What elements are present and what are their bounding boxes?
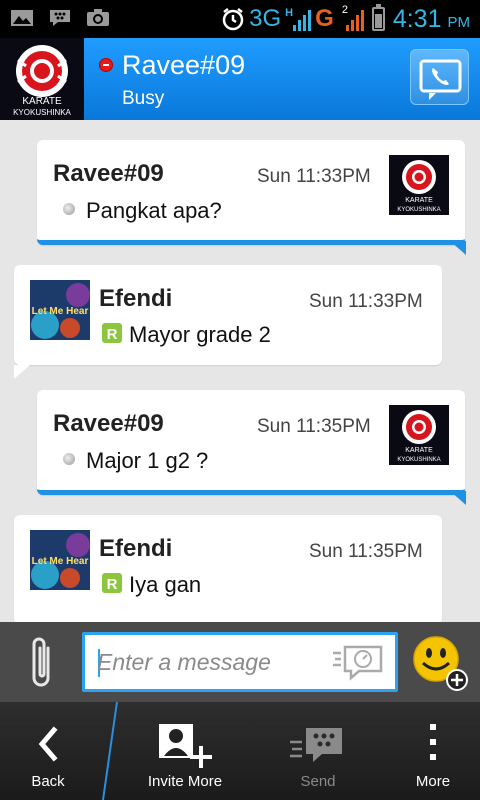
emoticon-picker-icon[interactable] [411,634,469,692]
chat-history[interactable]: Ravee#09 Sun 11:33PM Pangkat apa? KARATE… [0,120,480,622]
sender-avatar: Let Me Hear [30,280,90,340]
message-time: Sun 11:35PM [257,416,371,437]
bottom-action-bar: Back Invite More Send More [0,702,480,800]
message-sender: Efendi [99,535,173,562]
conversation-header: KARATE KYOKUSHINKA Ravee#09 Busy [0,38,480,120]
message-time: Sun 11:33PM [309,291,423,312]
bbm-send-icon [290,728,342,762]
bubble-tail [450,241,466,255]
message-composer [0,622,480,702]
avatar-efendi-text: Let Me Hear [32,556,89,567]
message-bubble-incoming[interactable]: Let Me Hear Efendi Sun 11:35PM R Iya gan [14,515,442,622]
message-status-dot-icon [63,453,75,465]
back-button[interactable]: Back [0,702,96,800]
bubble-tail [14,365,30,379]
contact-status: Busy [122,88,165,109]
phone-icon [419,59,462,100]
signal-2-icon: 2 [338,4,364,31]
message-text: Iya gan [129,572,202,597]
message-time: Sun 11:35PM [309,541,423,562]
avatar-karate-text: KARATE [22,96,62,107]
message-status-dot-icon [63,203,75,215]
busy-status-icon [99,58,113,72]
message-sender: Efendi [99,285,173,312]
contact-name[interactable]: Ravee#09 [122,50,245,81]
invite-more-icon [159,724,212,768]
more-button[interactable]: More [390,702,476,800]
message-sender: Ravee#09 [53,410,164,437]
read-receipt-icon: R [102,573,122,593]
attach-icon[interactable] [28,634,56,692]
alarm-icon [222,8,244,31]
avatar-kyokushinka-text: KYOKUSHINKA [397,207,440,213]
read-receipt-icon: R [102,323,122,343]
avatar-kyokushinka-text: KYOKUSHINKA [13,108,71,117]
signal-icon: H [285,7,312,31]
invite-more-button[interactable]: Invite More [132,702,238,800]
message-bubble-incoming[interactable]: Let Me Hear Efendi Sun 11:33PM R Mayor g… [14,265,442,379]
sender-avatar: KARATE KYOKUSHINKA [389,155,449,215]
status-bar: 3G H G 2 4:31 PM [0,0,480,38]
avatar-karate-text: KARATE [405,197,433,204]
voice-note-icon[interactable] [331,643,385,683]
bbm-icon [50,10,70,26]
overflow-menu-icon [430,724,436,760]
sender-avatar: Let Me Hear [30,530,90,590]
svg-text:R: R [107,576,118,593]
send-button[interactable]: Send [268,702,368,800]
svg-text:R: R [107,326,118,343]
network-3g-label: 3G [249,5,282,32]
bubble-tail [450,491,466,505]
message-time: Sun 11:33PM [257,166,371,187]
sender-avatar: KARATE KYOKUSHINKA [389,405,449,465]
message-text: Pangkat apa? [86,198,222,223]
message-sender: Ravee#09 [53,160,164,187]
back-arrow-icon [38,726,58,762]
message-input-box[interactable] [82,632,398,692]
camera-icon [87,9,109,26]
contact-avatar[interactable]: KARATE KYOKUSHINKA [0,38,84,120]
more-label: More [415,773,451,790]
network-h-label: H [285,7,294,19]
clock-time: 4:31 [392,4,442,33]
battery-icon [371,4,385,31]
message-text: Major 1 g2 ? [86,448,209,473]
avatar-efendi-text: Let Me Hear [32,306,89,317]
call-button[interactable] [410,49,469,105]
avatar-kyokushinka-text: KYOKUSHINKA [397,457,440,463]
bar-divider [102,702,118,800]
message-text: Mayor grade 2 [129,322,271,347]
network-g-label: G [315,5,334,32]
message-input[interactable] [97,645,327,679]
message-bubble-outgoing[interactable]: Ravee#09 Sun 11:35PM Major 1 g2 ? KARATE… [37,390,466,505]
send-label: Send [300,773,336,790]
clock-ampm: PM [447,13,471,31]
gallery-icon [11,10,33,26]
message-bubble-outgoing[interactable]: Ravee#09 Sun 11:33PM Pangkat apa? KARATE… [37,140,466,255]
invite-more-label: Invite More [147,773,223,790]
avatar-karate-text: KARATE [405,447,433,454]
back-label: Back [31,773,65,790]
